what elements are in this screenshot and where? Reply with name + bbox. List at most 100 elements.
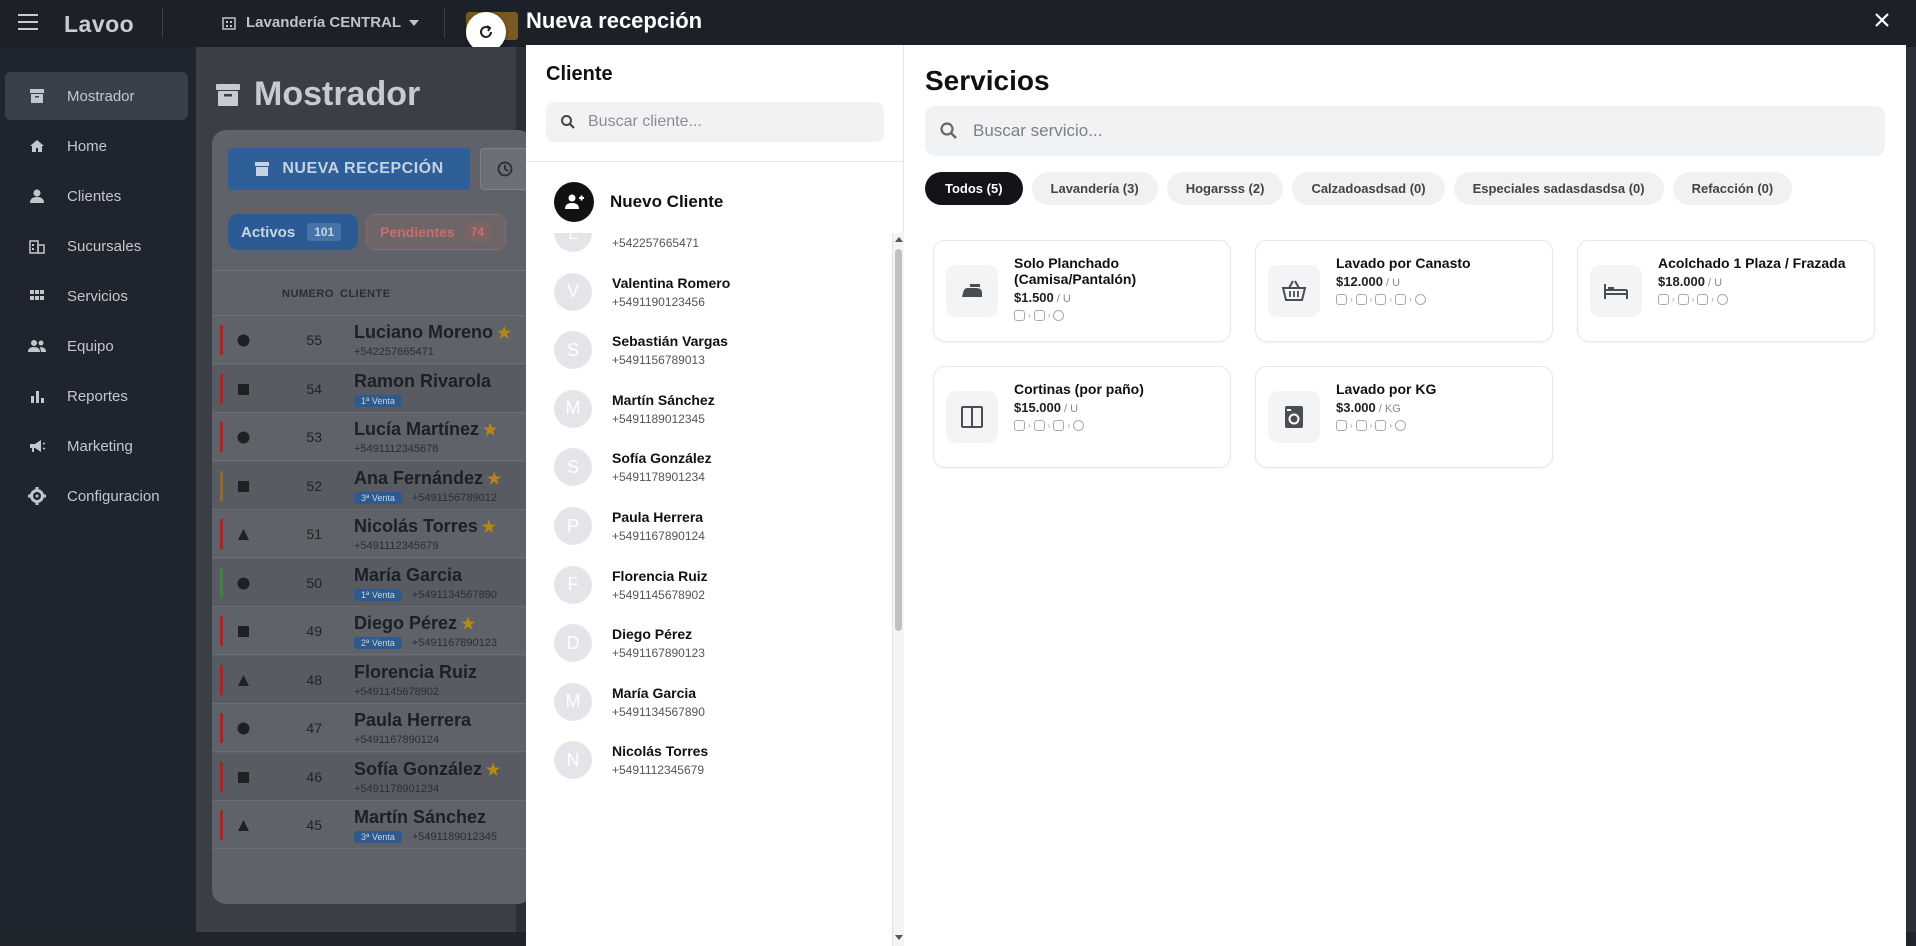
team-icon <box>28 340 46 352</box>
client-name-text: María Garcia <box>354 564 463 585</box>
process-step-icon <box>1336 420 1347 431</box>
service-card[interactable]: Acolchado 1 Plaza / Frazada $18.000/ U › › › <box>1577 240 1875 342</box>
client-search <box>546 102 884 142</box>
category-tab[interactable]: Refacción (0) <box>1672 172 1793 205</box>
service-card[interactable]: Cortinas (por paño) $15.000/ U › › › <box>933 366 1231 468</box>
status-bar <box>220 373 223 404</box>
client-panel: Cliente Nuevo Cliente LLuciano Moreno+54… <box>526 45 904 946</box>
category-tab[interactable]: Especiales sadasdasdsa (0) <box>1453 172 1664 205</box>
service-price-line: $18.000/ U <box>1658 274 1863 289</box>
order-number: 54 <box>306 380 322 397</box>
chevron-down-icon <box>409 19 420 26</box>
table-row[interactable]: 55 Luciano Moreno ★ +542257665471 <box>212 316 532 364</box>
chevron-right-icon: › <box>1369 295 1373 304</box>
client-list-item[interactable]: F Florencia Ruiz +5491145678902 <box>554 555 884 615</box>
client-list-item[interactable]: LLuciano Moreno+542257665471 <box>554 233 884 263</box>
archive-icon <box>216 83 240 106</box>
client-search-input[interactable] <box>588 113 868 131</box>
sidebar-item-sucursales[interactable]: Sucursales <box>5 222 188 270</box>
client-phone-line: +5491178901234 <box>354 783 439 795</box>
scrollbar-thumb[interactable] <box>895 249 902 631</box>
client-list-item[interactable]: S Sebastián Vargas +5491156789013 <box>554 320 884 380</box>
scroll-up-icon[interactable] <box>895 237 903 242</box>
order-number: 49 <box>306 623 322 639</box>
new-client-button[interactable]: Nuevo Cliente <box>554 182 723 222</box>
client-phone: +542257665471 <box>612 236 700 250</box>
home-icon <box>30 140 44 152</box>
branch-selector[interactable]: Lavandería CENTRAL <box>222 14 420 31</box>
client-list-item[interactable]: V Valentina Romero +5491190123456 <box>554 262 884 322</box>
chevron-right-icon: › <box>1067 421 1071 430</box>
client-phone: +5491112345679 <box>354 540 439 552</box>
process-steps: › › › <box>1336 420 1541 431</box>
divider <box>526 161 904 162</box>
filter-active-chip[interactable]: Activos 101 <box>228 214 358 250</box>
table-row[interactable]: 54 Ramon Rivarola 1ª Venta <box>212 364 532 413</box>
sidebar-item-servicios[interactable]: Servicios <box>5 272 188 320</box>
sidebar-item-marketing[interactable]: Marketing <box>5 422 188 470</box>
client-list-scrollbar[interactable] <box>892 233 904 946</box>
client-name: Florencia Ruiz <box>354 662 477 683</box>
avatar: L <box>554 233 592 252</box>
chevron-right-icon: › <box>1672 295 1675 304</box>
process-step-icon <box>1014 310 1025 321</box>
table-row[interactable]: 51 Nicolás Torres ★ +5491112345679 <box>212 510 532 558</box>
process-step-icon <box>1355 294 1367 305</box>
client-name: Sebastián Vargas <box>612 333 728 350</box>
sidebar-item-configuracion[interactable]: Configuracion <box>5 472 188 520</box>
refresh-button[interactable] <box>466 12 506 52</box>
service-card[interactable]: Lavado por Canasto $12.000/ U › › › › <box>1255 240 1553 342</box>
table-row[interactable]: 48 Florencia Ruiz +5491145678902 <box>212 655 532 704</box>
table-row[interactable]: 50 María Garcia 1ª Venta +5491134567890 <box>212 558 532 607</box>
table-row[interactable]: 46 Sofía González ★ +5491178901234 <box>212 752 532 801</box>
status-bar <box>220 761 223 792</box>
client-list-item[interactable]: P Paula Herrera +5491167890124 <box>554 496 884 556</box>
iron-icon <box>946 265 998 317</box>
client-list-item[interactable]: M Martín Sánchez +5491189012345 <box>554 379 884 439</box>
sidebar-item-clientes[interactable]: Clientes <box>5 172 188 220</box>
process-step-icon <box>1073 420 1085 431</box>
client-list-item[interactable]: N Nicolás Torres +5491112345679 <box>554 730 884 790</box>
category-tab[interactable]: Calzadoasdsad (0) <box>1292 172 1445 205</box>
new-reception-button[interactable]: NUEVA RECEPCIÓN <box>228 148 470 190</box>
process-step-icon <box>1053 310 1065 321</box>
client-list-item[interactable]: D Diego Pérez +5491167890123 <box>554 613 884 673</box>
history-button[interactable] <box>480 148 530 190</box>
service-card[interactable]: Solo Planchado (Camisa/Pantalón) $1.500/ … <box>933 240 1231 342</box>
client-name: María Garcia <box>612 684 697 701</box>
filter-pending-chip[interactable]: Pendientes 74 <box>366 214 506 250</box>
sidebar-item-home[interactable]: Home <box>5 122 188 170</box>
scroll-down-icon[interactable] <box>895 935 903 940</box>
client-name-text: Luciano Moreno <box>354 322 493 342</box>
client-phone: +5491167890124 <box>354 734 440 746</box>
sidebar-item-mostrador[interactable]: Mostrador <box>5 72 188 120</box>
client-phone: +5491178901234 <box>612 470 705 485</box>
table-row[interactable]: 45 Martín Sánchez 3ª Venta +5491189012345 <box>212 801 532 849</box>
client-list-item[interactable]: M María Garcia +5491134567890 <box>554 672 884 732</box>
service-name: Lavado por KG <box>1336 381 1437 397</box>
client-list-item[interactable]: S Sofía González +5491178901234 <box>554 437 884 497</box>
status-bar <box>220 470 223 501</box>
table-row[interactable]: 49 Diego Pérez ★ 2ª Venta +5491167890123 <box>212 607 532 655</box>
client-phone-line: 3ª Venta +5491156789012 <box>354 491 497 504</box>
menu-icon[interactable] <box>18 14 38 32</box>
table-row[interactable]: 53 Lucía Martínez ★ +5491112345678 <box>212 413 532 461</box>
client-phone-line: +5491167890124 <box>354 734 439 746</box>
client-phone: +5491145678902 <box>354 685 440 698</box>
service-search-input[interactable] <box>973 121 1853 141</box>
client-name: Paula Herrera <box>612 509 704 525</box>
category-tab[interactable]: Hogarsss (2) <box>1166 172 1284 205</box>
process-step-icon <box>1336 294 1347 305</box>
table-row[interactable]: 52 Ana Fernández ★ 3ª Venta +5491156789012 <box>212 461 532 510</box>
service-unit: / KG <box>1378 403 1401 415</box>
process-step-icon <box>1033 310 1045 321</box>
category-tab[interactable]: Lavandería (3) <box>1031 172 1158 205</box>
sidebar-item-equipo[interactable]: Equipo <box>5 322 188 370</box>
client-name: Nicolás Torres <box>612 743 709 760</box>
chevron-right-icon: › <box>1028 421 1031 430</box>
service-card[interactable]: Lavado por KG $3.000/ KG › › › <box>1255 366 1553 468</box>
table-row[interactable]: 47 Paula Herrera +5491167890124 <box>212 704 532 752</box>
close-button[interactable] <box>1868 6 1896 34</box>
sidebar-item-reportes[interactable]: Reportes <box>5 372 188 420</box>
category-tab[interactable]: Todos (5) <box>925 172 1023 205</box>
